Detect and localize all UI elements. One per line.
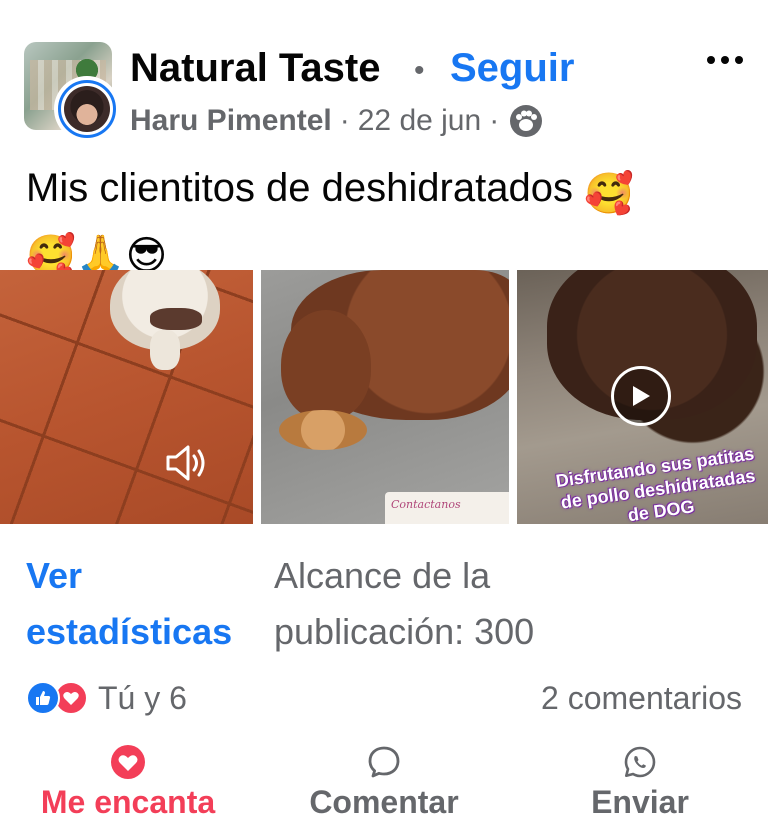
- page-name-link[interactable]: Natural Taste: [130, 46, 380, 91]
- more-dot: [707, 56, 715, 64]
- author-avatar[interactable]: [54, 76, 120, 142]
- author-avatar-photo: [64, 86, 110, 132]
- post-meta: Haru Pimentel · 22 de jun ·: [130, 104, 543, 138]
- play-icon[interactable]: [611, 366, 671, 426]
- dog-paw: [150, 330, 180, 370]
- reaction-count: Tú y 6: [98, 679, 187, 716]
- heart-icon: [111, 745, 145, 779]
- more-options-icon[interactable]: [700, 40, 750, 80]
- comment-button[interactable]: Comentar: [296, 740, 472, 827]
- meta-separator: ·: [339, 104, 350, 137]
- play-triangle: [633, 386, 650, 406]
- media-video-3[interactable]: Disfrutando sus patitas de pollo deshidr…: [517, 270, 768, 524]
- post-header: Natural Taste • Seguir Haru Pimentel · 2…: [0, 0, 768, 150]
- dog-head: [281, 310, 371, 420]
- send-button-label: Enviar: [591, 784, 689, 820]
- comment-count-link[interactable]: 2 comentarios: [541, 680, 742, 717]
- follow-button[interactable]: Seguir: [450, 46, 574, 91]
- more-dot: [735, 56, 743, 64]
- smiling-hearts-emoji: 🥰: [584, 172, 634, 216]
- reactions-summary[interactable]: Tú y 6: [26, 678, 187, 718]
- media-photo-2[interactable]: Contactanos: [261, 270, 509, 524]
- dog-treat: [279, 410, 367, 450]
- header-separator: •: [414, 54, 425, 87]
- media-video-1[interactable]: [0, 270, 253, 524]
- post-text: Mis clientitos de deshidratados: [26, 166, 585, 210]
- view-insights-link[interactable]: Ver estadísticas: [26, 548, 232, 660]
- sound-icon[interactable]: [164, 442, 210, 484]
- media-gallery: Contactanos Disfrutando sus patitas de p…: [0, 270, 768, 524]
- action-bar: Me encanta Comentar Enviar: [0, 740, 768, 827]
- video-caption-overlay: Disfrutando sus patitas de pollo deshidr…: [554, 443, 757, 524]
- like-reaction-icon: [26, 681, 60, 715]
- meta-separator: ·: [489, 104, 500, 137]
- post-message: Mis clientitos de deshidratados 🥰 🥰🙏😎: [26, 160, 746, 284]
- post-card: Natural Taste • Seguir Haru Pimentel · 2…: [0, 0, 768, 827]
- friends-paw-icon[interactable]: [509, 104, 543, 138]
- comment-bubble-icon: [368, 746, 400, 778]
- post-date[interactable]: 22 de jun: [358, 104, 481, 138]
- product-label: Contactanos: [385, 492, 509, 524]
- dog-treat: [150, 308, 202, 330]
- post-reach: Alcance de la publicación: 300: [274, 555, 535, 652]
- love-button[interactable]: Me encanta: [30, 740, 226, 827]
- product-label-text: Contactanos: [391, 498, 461, 511]
- whatsapp-icon: [624, 746, 656, 778]
- love-button-label: Me encanta: [40, 784, 216, 820]
- send-button[interactable]: Enviar: [578, 740, 702, 827]
- more-dot: [721, 56, 729, 64]
- comment-button-label: Comentar: [309, 784, 459, 820]
- author-name-link[interactable]: Haru Pimentel: [130, 104, 332, 138]
- author-avatar-ring: [58, 80, 116, 138]
